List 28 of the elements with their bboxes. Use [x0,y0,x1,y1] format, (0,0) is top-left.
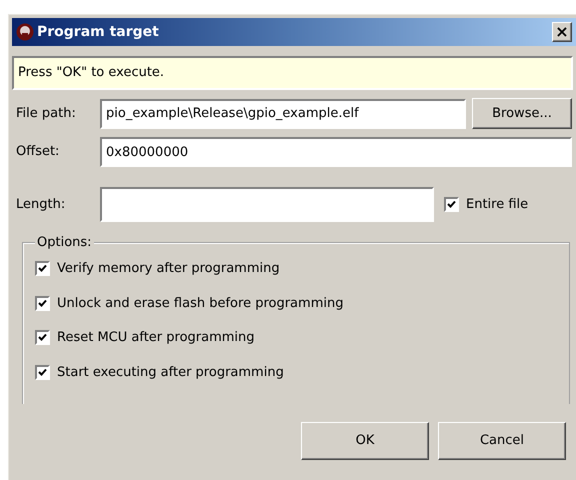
dialog-button[interactable]: Cancel [438,422,566,460]
field-label: Offset: [16,143,60,162]
close-button[interactable]: × [552,22,572,42]
checkbox[interactable] [35,296,50,311]
checkbox-label: Unlock and erase flash before programming [57,294,344,312]
checkmark-icon [38,264,47,274]
app-icon [16,23,34,41]
checkbox-label: Start executing after programming [57,364,284,382]
checkmark-icon [38,333,47,342]
checkbox-label: Verify memory after programming [57,260,280,278]
checkbox[interactable] [35,364,50,380]
browse-button[interactable]: Browse... [472,98,572,129]
checkbox[interactable] [444,197,459,212]
file-path-field[interactable]: pio_example\Release\gpio_example.elf [100,98,466,128]
field-label: File path: [16,104,77,123]
checkbox-label: Entire file [466,196,528,214]
dialog-button[interactable]: OK [301,422,429,460]
checkbox-label: Reset MCU after programming [57,329,255,347]
checkmark-icon [447,200,456,209]
checkbox[interactable] [35,261,50,276]
checkmark-icon [38,298,47,308]
checkmark-icon [38,368,47,377]
checkbox[interactable] [35,330,50,346]
offset-field[interactable]: 0x80000000 [100,137,572,167]
message-text: Press "OK" to execute. [18,64,164,82]
window-title: Program target [37,22,160,42]
length-field[interactable] [100,187,434,222]
field-label: Length: [16,196,66,214]
